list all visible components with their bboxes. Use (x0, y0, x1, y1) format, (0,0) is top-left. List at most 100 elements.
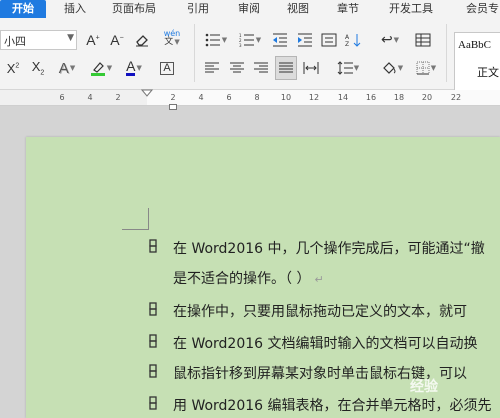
distributed-align-button[interactable] (302, 57, 320, 79)
align-center-button[interactable] (228, 57, 246, 79)
show-hide-marks-button[interactable]: ↩ ▼ (377, 29, 403, 51)
numbered-list-button[interactable]: 1 2 3 ▼ (237, 29, 263, 51)
left-indent-marker[interactable] (169, 104, 177, 110)
watermark-text: 经验 (410, 379, 438, 395)
shrink-font-button[interactable]: A− (108, 29, 126, 51)
borders-button[interactable]: ▼ (413, 57, 439, 79)
tab-review[interactable]: 审阅 (238, 0, 260, 18)
first-line-indent-marker[interactable] (141, 89, 153, 101)
group-separator (194, 24, 195, 82)
document-line: 在操作中，只要用鼠标拖动已定义的文本，就可 (173, 304, 467, 320)
line-spacing-icon (337, 61, 353, 75)
paragraph-mark-icon: ↵ (314, 273, 324, 286)
pinyin-icon: 文▼ (164, 36, 180, 47)
bullet-list-icon (205, 33, 220, 47)
align-center-icon (230, 62, 244, 73)
superscript-button[interactable]: X2 (2, 57, 24, 79)
ruler-number: 14 (337, 93, 349, 102)
ruler-number: 6 (226, 93, 232, 102)
ruler-number: 6 (59, 93, 65, 102)
bullet-list-button[interactable]: ▼ (204, 29, 228, 51)
font-color-icon: A (126, 58, 136, 76)
borders-icon (416, 61, 430, 75)
ruler-number: 16 (365, 93, 377, 102)
sort-button[interactable]: AZ (344, 29, 362, 51)
shading-button[interactable]: ▼ (379, 57, 405, 79)
line-spacing-button[interactable]: ▼ (334, 57, 362, 79)
tab-member[interactable]: 会员专 (466, 0, 499, 18)
justify-icon (279, 62, 293, 73)
sort-icon: AZ (345, 34, 361, 47)
highlighter-icon (90, 62, 105, 76)
tab-page-layout[interactable]: 页面布局 (112, 0, 156, 18)
ruler-number: 18 (393, 93, 405, 102)
subscript-button[interactable]: X2 (27, 57, 49, 79)
text-effect-button[interactable]: A ▼ (55, 57, 79, 79)
shrink-font-icon: A− (110, 32, 124, 48)
align-right-button[interactable] (252, 57, 270, 79)
style-normal-item[interactable]: 正文 (477, 64, 499, 80)
ribbon-tab-bar: 开始 插入 页面布局 引用 审阅 视图 章节 开发工具 会员专 (0, 0, 500, 18)
decrease-indent-button[interactable] (271, 29, 289, 51)
chevron-down-icon: ▼ (67, 33, 74, 43)
ruler-number: 20 (421, 93, 433, 102)
distributed-align-icon (303, 62, 319, 74)
clear-format-button[interactable] (133, 29, 151, 51)
character-border-button[interactable]: A (157, 57, 177, 79)
character-border-icon: A (160, 61, 174, 75)
align-right-icon (254, 62, 268, 73)
tab-view[interactable]: 视图 (287, 0, 309, 18)
ruler-number: 12 (308, 93, 320, 102)
bullet-icon (149, 302, 157, 316)
document-line: 用 Word2016 编辑表格，在合并单元格时，必须先 (173, 398, 492, 414)
paragraph-mark-icon: ↩ (380, 32, 393, 48)
increase-indent-button[interactable] (296, 29, 314, 51)
decrease-indent-icon (273, 33, 287, 47)
horizontal-ruler[interactable]: 6 4 2 2 4 6 8 10 12 14 16 18 20 22 (0, 90, 500, 106)
grow-font-icon: A+ (86, 32, 100, 48)
eraser-icon (136, 35, 148, 47)
table-button[interactable] (412, 29, 434, 51)
margin-corner-mark (122, 229, 149, 230)
tab-section[interactable]: 章节 (337, 0, 359, 18)
pinyin-guide-button[interactable]: wén 文▼ (157, 27, 187, 49)
justify-button[interactable] (275, 56, 297, 80)
numbered-list-icon: 123 (239, 33, 254, 47)
font-color-button[interactable]: A ▼ (122, 57, 146, 79)
ruler-number: 22 (450, 93, 462, 102)
document-line-text: 是不适合的操作。（ ） (173, 271, 311, 287)
paint-bucket-icon (382, 62, 396, 74)
align-left-icon (205, 62, 219, 73)
ribbon-toolbar: 小四 ▼ A+ A− wén 文▼ X2 X2 A ▼ ▼ A ▼ A ▼ 1 2 3 ▼ (0, 18, 500, 92)
tab-home[interactable]: 开始 (0, 0, 46, 18)
bullet-icon (149, 364, 157, 378)
svg-text:A: A (345, 34, 350, 41)
align-left-button[interactable] (203, 57, 221, 79)
ruler-number: 2 (115, 93, 121, 102)
font-size-select[interactable]: 小四 ▼ (0, 30, 77, 50)
superscript-icon: X2 (6, 60, 20, 76)
font-size-value: 小四 (4, 36, 26, 48)
ruler-number: 10 (280, 93, 292, 102)
bullet-icon (149, 396, 157, 410)
chinese-layout-icon (321, 33, 337, 47)
tab-developer-tools[interactable]: 开发工具 (389, 0, 433, 18)
ruler-number: 4 (198, 93, 204, 102)
bullet-icon (149, 334, 157, 348)
svg-text:3: 3 (239, 43, 242, 47)
document-line: 在 Word2016 中，几个操作完成后，可能通过“撤 (173, 241, 485, 257)
document-line: 在 Word2016 文档编辑时输入的文档可以自动换 (173, 336, 478, 352)
style-preview-item[interactable]: AaBbC (458, 39, 491, 51)
grow-font-button[interactable]: A+ (84, 29, 102, 51)
tab-insert[interactable]: 插入 (64, 0, 86, 18)
margin-corner-mark (148, 208, 149, 230)
ruler-number: 8 (254, 93, 260, 102)
text-effect-icon: A (58, 59, 69, 77)
style-gallery: AaBbC 正文 (454, 32, 500, 92)
table-icon (415, 33, 431, 47)
ruler-number: 4 (87, 93, 93, 102)
tab-references[interactable]: 引用 (187, 0, 209, 18)
chinese-layout-button[interactable] (320, 29, 338, 51)
highlight-color-button[interactable]: ▼ (88, 57, 114, 79)
ruler-number: 2 (170, 93, 176, 102)
